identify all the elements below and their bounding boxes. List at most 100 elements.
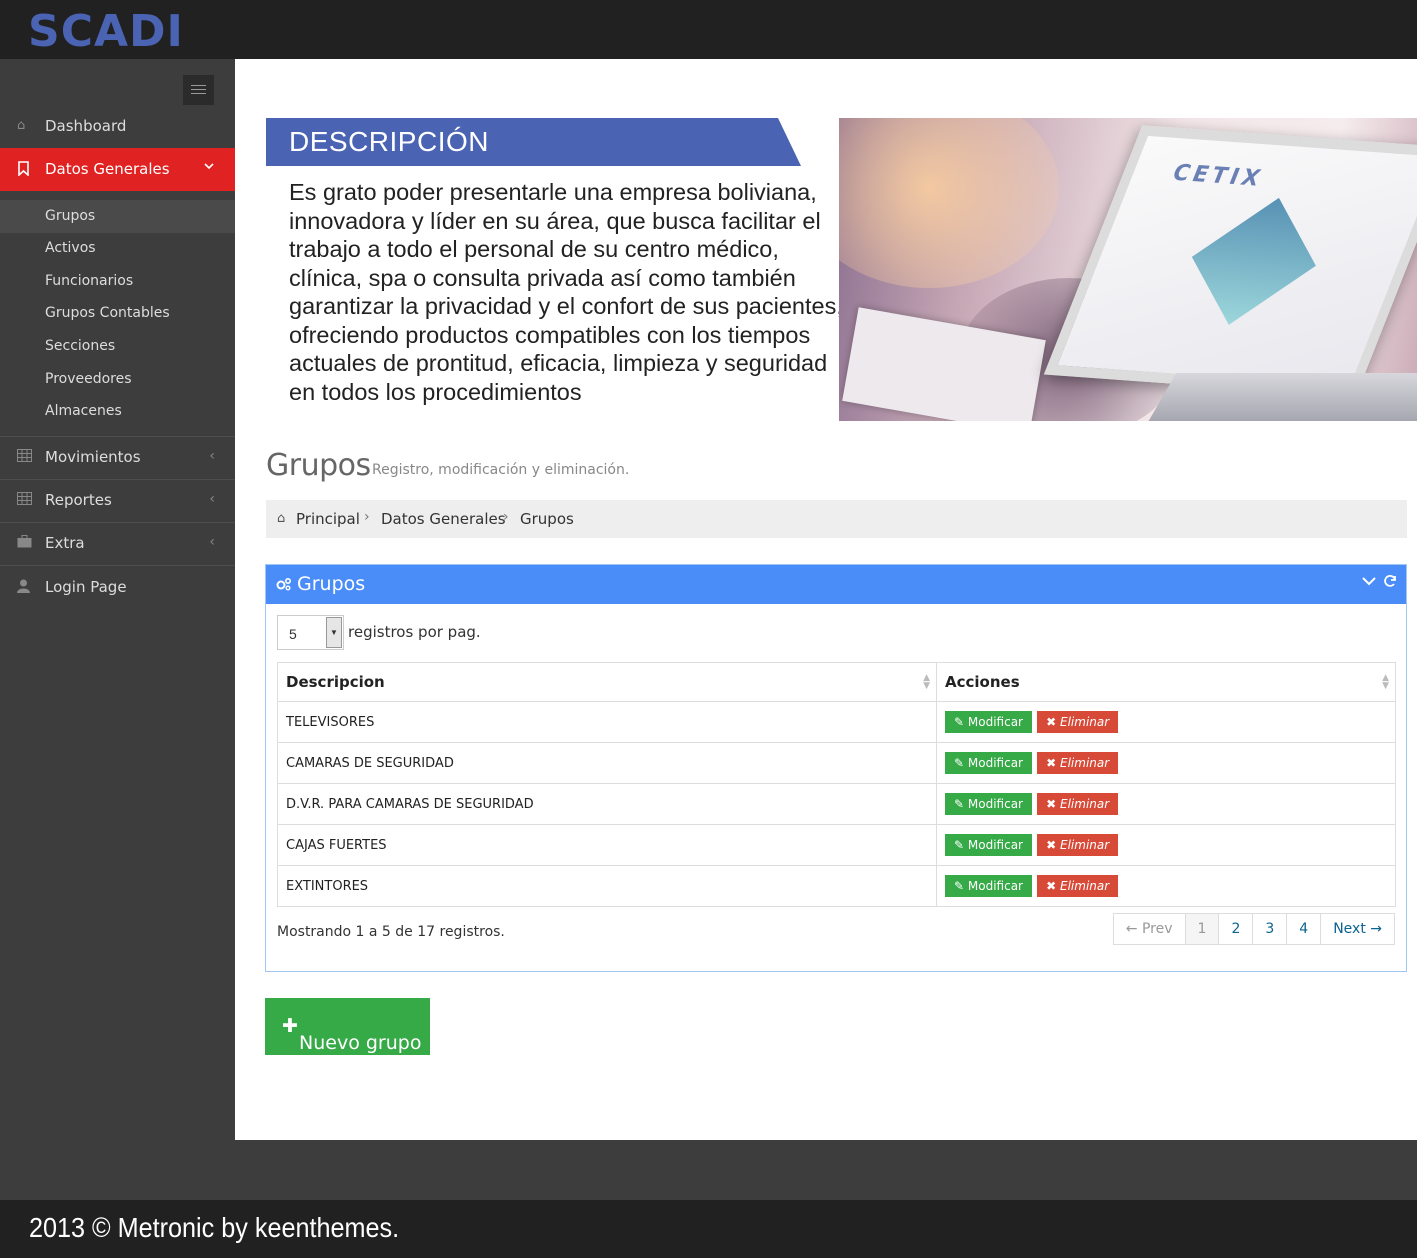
page-title: Grupos [266, 448, 371, 483]
column-header-descripcion[interactable]: Descripcion ▲ ▼ [277, 662, 937, 702]
table-row: EXTINTORES ✎ Modificar ✖ Eliminar [277, 865, 1396, 907]
column-header-acciones[interactable]: Acciones ▲ ▼ [936, 662, 1396, 702]
pagination-page-4[interactable]: 4 [1286, 914, 1320, 944]
pagination-prev[interactable]: ← Prev [1114, 914, 1185, 944]
table-icon [17, 492, 33, 508]
row-descripcion: CAMARAS DE SEGURIDAD [277, 742, 937, 784]
sidebar-item-reportes[interactable]: Reportes ‹ [0, 479, 235, 522]
sidebar-subitem-secciones[interactable]: Secciones [0, 330, 235, 363]
close-icon: ✖ [1046, 838, 1057, 852]
edit-icon: ✎ [954, 715, 965, 729]
table-icon [17, 449, 33, 465]
delete-button[interactable]: ✖ Eliminar [1037, 793, 1119, 815]
sidebar-item-label: Login Page [45, 578, 127, 596]
chevron-right-icon: › [364, 509, 370, 525]
pagination-next[interactable]: Next → [1320, 914, 1394, 944]
table-row: CAMARAS DE SEGURIDAD ✎ Modificar ✖ Elimi… [277, 742, 1396, 784]
chevron-right-icon: › [503, 509, 509, 525]
description-ribbon: DESCRIPCIÓN [266, 118, 801, 166]
modify-button[interactable]: ✎ Modificar [945, 834, 1032, 856]
bookmark-icon [17, 161, 33, 177]
sidebar-item-label: Datos Generales [45, 160, 170, 178]
delete-button[interactable]: ✖ Eliminar [1037, 875, 1119, 897]
sidebar-item-login-page[interactable]: Login Page [0, 566, 235, 609]
reload-icon[interactable] [1383, 574, 1397, 593]
breadcrumb: ⌂ Principal › Datos Generales › Grupos [266, 500, 1407, 538]
row-descripcion: CAJAS FUERTES [277, 824, 937, 866]
sidebar-subitem-grupos-contables[interactable]: Grupos Contables [0, 297, 235, 330]
description-text: Es grato poder presentarle una empresa b… [289, 179, 843, 405]
pagination-page-2[interactable]: 2 [1218, 914, 1252, 944]
hero-image-laptop: CETIX [839, 118, 1417, 421]
grupos-portlet: Grupos 5 ▼ registros por pag. Descripcio… [265, 564, 1407, 972]
edit-icon: ✎ [954, 838, 965, 852]
modify-button[interactable]: ✎ Modificar [945, 875, 1032, 897]
collapse-icon[interactable] [1362, 574, 1376, 593]
per-page-select[interactable]: 5 ▼ [277, 615, 344, 650]
new-group-button[interactable]: Nuevo grupo ✚ [265, 998, 430, 1055]
top-header: SCADI [0, 0, 1417, 59]
sidebar-subitem-funcionarios[interactable]: Funcionarios [0, 265, 235, 298]
edit-icon: ✎ [954, 756, 965, 770]
grupos-table: Descripcion ▲ ▼ Acciones ▲ ▼ TELEVISORES ✎… [277, 662, 1396, 907]
modify-button[interactable]: ✎ Modificar [945, 793, 1032, 815]
footer-text: 2013 © Metronic by keenthemes. [29, 1212, 400, 1243]
row-descripcion: TELEVISORES [277, 701, 937, 743]
app-logo[interactable]: SCADI [28, 6, 193, 57]
portlet-header: Grupos [266, 565, 1406, 604]
pagination: ← Prev 1 2 3 4 Next → [1112, 913, 1395, 945]
sidebar-item-datos-generales[interactable]: Datos Generales [0, 148, 243, 191]
breadcrumb-principal[interactable]: Principal [296, 510, 360, 528]
sidebar-item-label: Dashboard [45, 117, 127, 135]
breadcrumb-datos-generales[interactable]: Datos Generales [381, 510, 506, 528]
sidebar-item-dashboard[interactable]: ⌂ Dashboard [0, 105, 235, 148]
cogs-icon [276, 577, 292, 594]
page-footer: 2013 © Metronic by keenthemes. [0, 1200, 1417, 1258]
row-descripcion: EXTINTORES [277, 865, 937, 907]
sidebar-item-label: Movimientos [45, 448, 141, 466]
sidebar-item-extra[interactable]: Extra ‹ [0, 522, 235, 565]
cetix-logo-icon [1191, 197, 1316, 325]
sidebar: ⌂ Dashboard Datos Generales Grupos Activ… [0, 59, 243, 1200]
sidebar-toggle-button[interactable] [183, 75, 214, 105]
modify-button[interactable]: ✎ Modificar [945, 752, 1032, 774]
modify-button[interactable]: ✎ Modificar [945, 711, 1032, 733]
page-subtitle: Registro, modificación y eliminación. [372, 462, 630, 478]
per-page-label: registros por pag. [348, 623, 481, 641]
sidebar-subitem-proveedores[interactable]: Proveedores [0, 363, 235, 396]
sort-icon: ▲ ▼ [1382, 673, 1389, 691]
briefcase-icon [17, 535, 33, 551]
delete-button[interactable]: ✖ Eliminar [1037, 752, 1119, 774]
table-row: D.V.R. PARA CAMARAS DE SEGURIDAD ✎ Modif… [277, 783, 1396, 825]
portlet-title: Grupos [297, 573, 366, 595]
scadi-logo-icon: SCADI [28, 6, 184, 57]
dropdown-arrow-icon: ▼ [326, 617, 342, 648]
sidebar-item-label: Extra [45, 534, 85, 552]
description-title: DESCRIPCIÓN [289, 126, 489, 157]
table-row: TELEVISORES ✎ Modificar ✖ Eliminar [277, 701, 1396, 743]
sidebar-subitem-grupos[interactable]: Grupos [0, 200, 235, 233]
home-icon: ⌂ [17, 118, 26, 133]
logo-text: SCADI [28, 6, 184, 52]
pagination-page-1[interactable]: 1 [1184, 914, 1219, 944]
close-icon: ✖ [1046, 756, 1057, 770]
laptop-brand-text: CETIX [1168, 160, 1268, 192]
close-icon: ✖ [1046, 879, 1057, 893]
chevron-left-icon: ‹ [209, 448, 215, 464]
home-icon: ⌂ [277, 511, 286, 526]
laptop-keyboard [1141, 373, 1417, 421]
delete-button[interactable]: ✖ Eliminar [1037, 834, 1119, 856]
edit-icon: ✎ [954, 797, 965, 811]
sidebar-subitem-activos[interactable]: Activos [0, 232, 235, 265]
edit-icon: ✎ [954, 879, 965, 893]
sidebar-subitem-almacenes[interactable]: Almacenes [0, 395, 235, 428]
records-info: Mostrando 1 a 5 de 17 registros. [277, 924, 505, 940]
pagination-page-3[interactable]: 3 [1252, 914, 1286, 944]
sort-icon: ▲ ▼ [923, 673, 930, 691]
breadcrumb-grupos: Grupos [520, 510, 574, 528]
row-descripcion: D.V.R. PARA CAMARAS DE SEGURIDAD [277, 783, 937, 825]
delete-button[interactable]: ✖ Eliminar [1037, 711, 1119, 733]
sidebar-item-movimientos[interactable]: Movimientos ‹ [0, 436, 235, 479]
laptop-screen: CETIX [1043, 125, 1417, 397]
user-icon [17, 579, 33, 595]
